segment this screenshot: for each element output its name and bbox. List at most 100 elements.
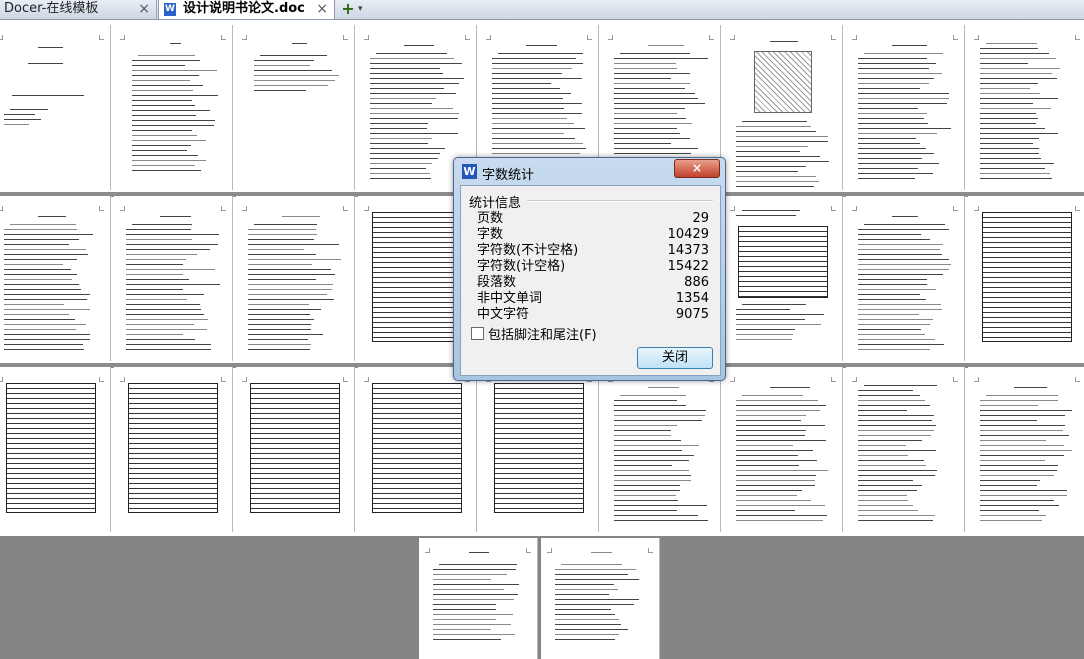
new-tab-dropdown-icon[interactable]: ▾ [358,0,368,19]
include-footnotes-checkbox[interactable]: 包括脚注和尾注(F) [471,324,597,343]
page-thumbnail[interactable] [419,538,538,659]
text-line [980,500,1054,501]
text-line [248,264,313,265]
text-line [614,415,706,416]
text-line [858,440,923,441]
text-line [736,324,822,325]
text-line [648,387,679,388]
text-line [736,329,796,330]
text-line [126,334,183,335]
text-line [736,181,819,182]
text-line [555,634,620,635]
text-line [614,153,692,154]
text-line [126,339,195,340]
text-line [858,234,922,235]
page-thumbnail[interactable] [114,25,233,190]
text-line [858,269,950,270]
text-line [126,344,211,345]
tab-document[interactable]: W 设计说明书论文.doc × [158,0,335,19]
close-button[interactable]: 关闭 [637,347,713,369]
tab-docer-templates[interactable]: Docer-在线模板 × [0,0,157,19]
text-line [858,339,935,340]
page-thumbnail[interactable] [114,196,233,361]
page-thumbnail[interactable] [968,367,1084,532]
text-line [736,450,813,451]
page-thumbnail[interactable] [968,25,1084,190]
tab-close-icon[interactable]: × [316,0,328,18]
text-line [858,304,942,305]
tab-close-icon[interactable]: × [138,0,150,18]
page-thumbnail[interactable] [0,367,111,532]
text-line [126,294,204,295]
text-line [858,113,928,114]
text-line [4,339,91,340]
text-line [858,510,918,511]
text-line [858,98,950,99]
page-thumbnail[interactable] [968,196,1084,361]
page-thumbnail[interactable] [541,538,660,659]
text-line [858,410,907,411]
text-line [736,334,793,335]
text-line [492,78,582,79]
stat-value: 14373 [667,243,709,258]
text-line [1014,387,1048,388]
text-line [858,254,942,255]
text-line [980,78,1058,79]
page-thumbnail[interactable] [724,196,843,361]
text-line [736,420,801,421]
page-thumbnail[interactable] [236,196,355,361]
page-thumbnail[interactable] [724,367,843,532]
text-line [736,430,806,431]
page-thumbnail[interactable] [846,25,965,190]
text-line [126,229,192,230]
page-thumbnail[interactable] [724,25,843,190]
text-line [980,410,1072,411]
stat-row-paragraphs: 段落数 886 [477,275,709,291]
text-line [736,520,824,521]
page-thumbnail[interactable] [358,367,477,532]
text-line [736,425,826,426]
page-thumbnail[interactable] [846,367,965,532]
text-line [254,224,317,225]
text-line [555,574,629,575]
checkbox-box[interactable] [471,327,484,340]
page-thumbnail[interactable] [602,367,721,532]
page-thumbnail[interactable] [846,196,965,361]
text-line [614,460,689,461]
page-thumbnail[interactable] [480,367,599,532]
text-line [370,178,431,179]
page-thumbnail[interactable] [114,367,233,532]
text-line [132,70,217,71]
text-line [736,470,828,471]
text-line [404,45,434,46]
text-line [370,173,430,174]
text-line [4,299,87,300]
text-line [132,65,186,66]
text-line [433,589,504,590]
table-block [372,212,462,342]
text-line [492,63,584,64]
text-line [433,594,518,595]
table-block [250,383,340,513]
text-line [292,43,307,44]
text-line [614,450,683,451]
text-line [858,445,907,446]
page-thumbnail[interactable] [0,25,111,190]
page-thumbnail[interactable] [236,25,355,190]
text-line [858,299,926,300]
text-line [980,73,1053,74]
table-block [128,383,218,513]
text-line [126,239,192,240]
section-divider [527,200,713,202]
page-thumbnail[interactable] [236,367,355,532]
text-line [4,329,76,330]
text-line [492,113,583,114]
dialog-close-button[interactable]: × [674,159,720,178]
text-line [736,495,797,496]
page-thumbnail[interactable] [0,196,111,361]
text-line [4,254,88,255]
text-line [858,103,947,104]
text-line [555,609,612,610]
text-line [248,254,317,255]
new-tab-plus-icon[interactable]: + [340,0,356,19]
